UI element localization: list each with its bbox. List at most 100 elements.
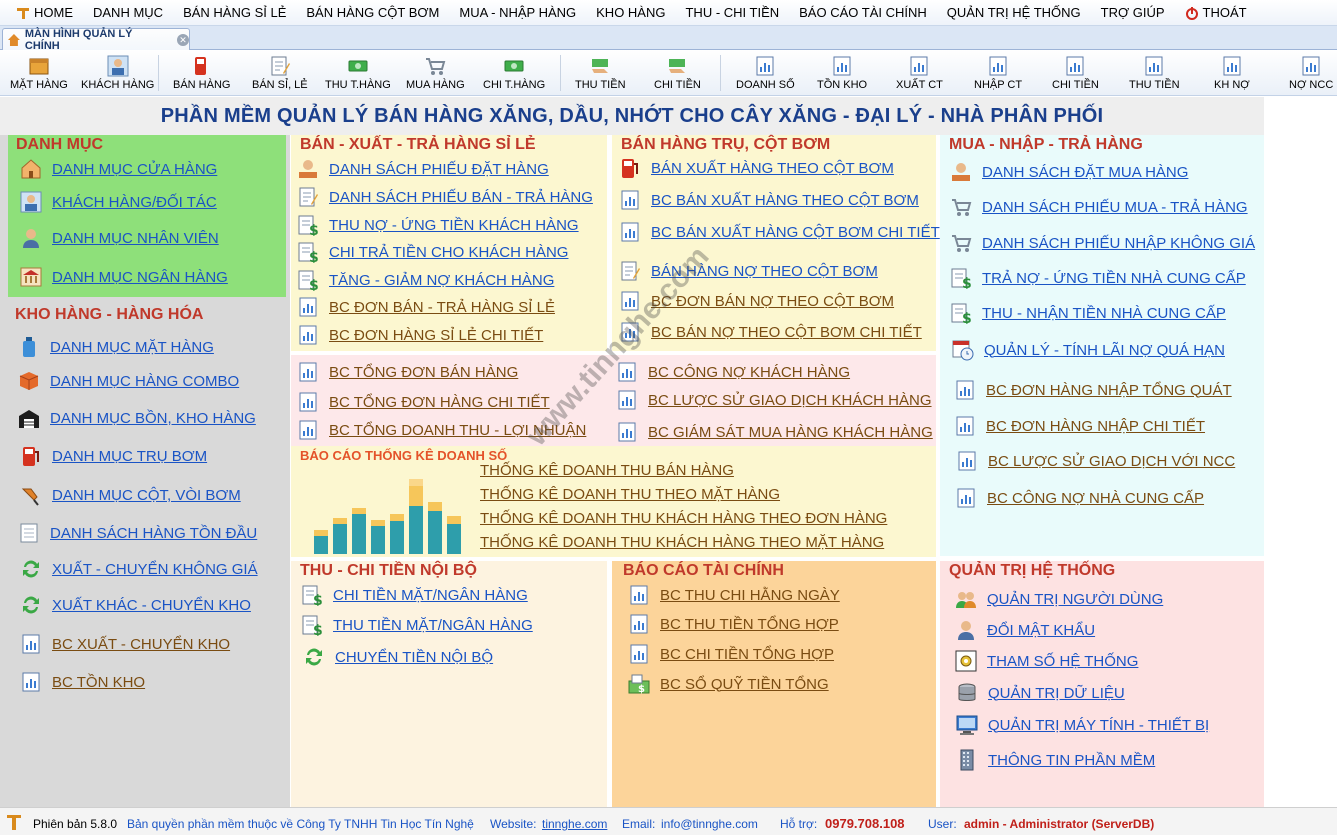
menu-quan-tri-he-thong[interactable]: QUẢN TRỊ HỆ THỐNG	[937, 5, 1091, 20]
link-bc-cong-no-khach-hang[interactable]: BC CÔNG NỢ KHÁCH HÀNG	[616, 361, 850, 383]
status-hotline-label: Hỗ trợ:	[780, 817, 818, 831]
link-danh-muc-cot-voi-bom[interactable]: DANH MỤC CỘT, VÒI BƠM	[20, 484, 241, 506]
link-khach-hang-doi-tac[interactable]: KHÁCH HÀNG/ĐỐI TÁC	[20, 191, 217, 213]
toolbar-thu-tien-button[interactable]: THU TIỀN	[575, 52, 626, 94]
link-quan-tri-nguoi-dung[interactable]: QUẢN TRỊ NGƯỜI DÙNG	[955, 588, 1163, 610]
link-bc-luoc-su-giao-dich-ncc[interactable]: BC LƯỢC SỬ GIAO DỊCH VỚI NCC	[956, 450, 1235, 472]
link-doi-mat-khau[interactable]: ĐỔI MẬT KHẨU	[955, 619, 1095, 641]
link-thong-tin-phan-mem[interactable]: THÔNG TIN PHẦN MỀM	[956, 749, 1155, 771]
link-thu-nhan-tien-ncc[interactable]: $ THU - NHẬN TIỀN NHÀ CUNG CẤP	[950, 302, 1226, 324]
link-danh-muc-mat-hang[interactable]: DANH MỤC MẶT HÀNG	[18, 336, 214, 358]
link-bc-ban-no-theo-cot-bom-chi-tiet[interactable]: BC BÁN NỢ THEO CỘT BƠM CHI TIẾT	[619, 321, 922, 343]
link-xuat-khac-chuyen-kho[interactable]: XUẤT KHÁC - CHUYỂN KHO	[20, 594, 251, 616]
link-chuyen-tien-noi-bo[interactable]: CHUYỂN TIỀN NỘI BỘ	[303, 646, 493, 668]
link-thu-no-ung-tien-khach-hang[interactable]: $ THU NỢ - ỨNG TIỀN KHÁCH HÀNG	[297, 214, 579, 236]
link-danh-muc-hang-combo[interactable]: DANH MỤC HÀNG COMBO	[18, 370, 239, 392]
menu-tro-giup[interactable]: TRỢ GIÚP	[1091, 5, 1175, 20]
link-bc-don-hang-nhap-tong-quat[interactable]: BC ĐƠN HÀNG NHẬP TỔNG QUÁT	[954, 379, 1232, 401]
link-bc-ban-xuat-hang-theo-cot-bom[interactable]: BC BÁN XUẤT HÀNG THEO CỘT BƠM	[619, 189, 919, 211]
link-danh-muc-ngan-hang[interactable]: DANH MỤC NGÂN HÀNG	[20, 266, 228, 288]
menu-thoat[interactable]: THOÁT	[1175, 5, 1257, 20]
menu-thu-chi-tien[interactable]: THU - CHI TIỀN	[675, 5, 789, 20]
link-bc-thu-tien-tong-hop[interactable]: BC THU TIỀN TỔNG HỢP	[628, 613, 839, 635]
link-bc-chi-tien-tong-hop[interactable]: BC CHI TIỀN TỔNG HỢP	[628, 643, 834, 665]
svg-text:$: $	[309, 278, 319, 291]
link-bc-ban-xuat-hang-cot-bom-chi-tiet[interactable]: BC BÁN XUẤT HÀNG CỘT BƠM CHI TIẾT	[619, 221, 940, 243]
tab-main-screen[interactable]: MÀN HÌNH QUẢN LÝ CHÍNH ✕	[2, 28, 190, 52]
link-bc-don-ban-tra-hang-si-le[interactable]: BC ĐƠN BÁN - TRẢ HÀNG SỈ LẺ	[297, 296, 555, 318]
toolbar-ban-hang-button[interactable]: BÁN HÀNG	[173, 52, 230, 94]
link-bc-tong-don-hang-chi-tiet[interactable]: BC TỔNG ĐƠN HÀNG CHI TIẾT	[297, 391, 550, 413]
close-tab-icon[interactable]: ✕	[177, 33, 189, 46]
link-bc-thu-chi-hang-ngay[interactable]: BC THU CHI HẰNG NGÀY	[628, 584, 840, 606]
toolbar-doanh-so-button[interactable]: DOANH SỐ	[736, 52, 795, 94]
link-danh-sach-phieu-nhap-khong-gia[interactable]: DANH SÁCH PHIẾU NHẬP KHÔNG GIÁ	[950, 232, 1255, 254]
status-website-link[interactable]: tinnghe.com	[542, 817, 607, 831]
link-xuat-chuyen-khong-gia[interactable]: XUẤT - CHUYỂN KHÔNG GIÁ	[20, 558, 258, 580]
toolbar-mua-hang-button[interactable]: MUA HÀNG	[406, 52, 465, 94]
link-bc-xuat-chuyen-kho[interactable]: BC XUẤT - CHUYỂN KHO	[20, 633, 230, 655]
menu-home[interactable]: HOME	[6, 5, 83, 20]
report-chart-icon	[618, 362, 636, 382]
link-bc-tong-doanh-thu-loi-nhuan[interactable]: BC TỔNG DOANH THU - LỢI NHUẬN	[297, 419, 586, 441]
report-chart-icon	[621, 322, 639, 342]
link-quan-ly-tinh-lai-no-qua-han[interactable]: QUẢN LÝ - TÍNH LÃI NỢ QUÁ HẠN	[952, 339, 1225, 361]
link-chi-tien-mat-ngan-hang[interactable]: $ CHI TIỀN MẶT/NGÂN HÀNG	[301, 584, 528, 606]
link-bc-cong-no-ncc[interactable]: BC CÔNG NỢ NHÀ CUNG CẤP	[955, 487, 1204, 509]
link-chi-tra-tien-cho-khach-hang[interactable]: $ CHI TRẢ TIỀN CHO KHÁCH HÀNG	[297, 241, 568, 263]
link-danh-muc-nhan-vien[interactable]: DANH MỤC NHÂN VIÊN	[20, 227, 219, 249]
toolbar-thu-tien-report-button[interactable]: THU TIỀN	[1129, 52, 1180, 94]
link-quan-tri-du-lieu[interactable]: QUẢN TRỊ DỮ LIỆU	[956, 682, 1125, 704]
link-ban-xuat-hang-theo-cot-bom[interactable]: BÁN XUẤT HÀNG THEO CỘT BƠM	[619, 157, 894, 179]
toolbar-thu-t-hang-button[interactable]: THU T.HÀNG	[325, 52, 391, 94]
toolbar-khach-hang-button[interactable]: KHÁCH HÀNG	[81, 52, 154, 94]
toolbar-chi-tien-button[interactable]: CHI TIỀN	[654, 52, 701, 94]
toolbar-nhap-ct-button[interactable]: NHẬP CT	[974, 52, 1022, 94]
link-bc-don-hang-si-le-chi-tiet[interactable]: BC ĐƠN HÀNG SỈ LẺ CHI TIẾT	[297, 324, 543, 346]
toolbar-kh-no-button[interactable]: KH NỢ	[1214, 52, 1250, 94]
link-quan-tri-may-tinh-thiet-bi[interactable]: QUẢN TRỊ MÁY TÍNH - THIẾT BỊ	[956, 714, 1209, 736]
toolbar-ban-si-le-button[interactable]: BÁN SỈ, LẺ	[252, 52, 308, 94]
panel-quan-tri: QUẢN TRỊ HỆ THỐNG QUẢN TRỊ NGƯỜI DÙNG ĐỔ…	[940, 561, 1264, 807]
transfer-arrows-icon	[306, 648, 322, 666]
toolbar-chi-tien-report-button[interactable]: CHI TIỀN	[1052, 52, 1099, 94]
svg-text:$: $	[309, 250, 319, 263]
toolbar-ton-kho-button[interactable]: TỒN KHO	[817, 52, 867, 94]
link-bc-ton-kho[interactable]: BC TỒN KHO	[20, 671, 145, 693]
link-tham-so-he-thong[interactable]: THAM SỐ HỆ THỐNG	[955, 650, 1138, 672]
link-danh-sach-phieu-mua-tra-hang[interactable]: DANH SÁCH PHIẾU MUA - TRẢ HÀNG	[950, 196, 1248, 218]
link-thong-ke-doanh-thu-theo-mat-hang[interactable]: THỐNG KÊ DOANH THU THEO MẶT HÀNG	[480, 486, 780, 503]
link-thong-ke-doanh-thu-ban-hang[interactable]: THỐNG KÊ DOANH THU BÁN HÀNG	[480, 462, 734, 479]
link-thong-ke-doanh-thu-kh-theo-don-hang[interactable]: THỐNG KÊ DOANH THU KHÁCH HÀNG THEO ĐƠN H…	[480, 510, 887, 527]
link-danh-muc-tru-bom[interactable]: DANH MỤC TRỤ BƠM	[20, 445, 207, 467]
link-tang-giam-no-khach-hang[interactable]: $ TĂNG - GIẢM NỢ KHÁCH HÀNG	[297, 269, 554, 291]
link-danh-sach-phieu-ban-tra-hang[interactable]: DANH SÁCH PHIẾU BÁN - TRẢ HÀNG	[297, 186, 593, 208]
link-bc-don-ban-no-theo-cot-bom[interactable]: BC ĐƠN BÁN NỢ THEO CỘT BƠM	[619, 290, 894, 312]
menu-ban-hang-si-le[interactable]: BÁN HÀNG SỈ LẺ	[173, 5, 296, 20]
toolbar-xuat-ct-button[interactable]: XUẤT CT	[896, 52, 943, 94]
svg-text:$: $	[309, 223, 319, 236]
link-bc-don-hang-nhap-chi-tiet[interactable]: BC ĐƠN HÀNG NHẬP CHI TIẾT	[954, 415, 1205, 437]
link-tra-no-ung-tien-ncc[interactable]: $ TRẢ NỢ - ỨNG TIỀN NHÀ CUNG CẤP	[950, 267, 1246, 289]
sales-chart-illustration	[314, 479, 461, 554]
link-danh-sach-dat-mua-hang[interactable]: DANH SÁCH ĐẶT MUA HÀNG	[950, 161, 1188, 183]
link-danh-muc-bon-kho[interactable]: DANH MỤC BỒN, KHO HÀNG	[18, 407, 256, 429]
link-ban-hang-no-theo-cot-bom[interactable]: BÁN HÀNG NỢ THEO CỘT BƠM	[619, 260, 878, 282]
link-danh-muc-cua-hang[interactable]: DANH MỤC CỬA HÀNG	[20, 158, 217, 180]
toolbar-mat-hang-button[interactable]: MẶT HÀNG	[10, 52, 68, 94]
link-thu-tien-mat-ngan-hang[interactable]: $ THU TIỀN MẶT/NGÂN HÀNG	[301, 614, 533, 636]
link-thong-ke-doanh-thu-kh-theo-mat-hang[interactable]: THỐNG KÊ DOANH THU KHÁCH HÀNG THEO MẶT H…	[480, 534, 884, 551]
link-bc-tong-don-ban-hang[interactable]: BC TỔNG ĐƠN BÁN HÀNG	[297, 361, 518, 383]
link-danh-sach-hang-ton-dau[interactable]: DANH SÁCH HÀNG TỒN ĐẦU	[18, 522, 257, 544]
toolbar-chi-t-hang-button[interactable]: CHI T.HÀNG	[483, 52, 545, 94]
menu-ban-hang-cot-bom[interactable]: BÁN HÀNG CỘT BƠM	[296, 5, 449, 20]
menu-kho-hang[interactable]: KHO HÀNG	[586, 5, 675, 20]
toolbar-no-ncc-button[interactable]: NỢ NCC	[1289, 52, 1333, 94]
link-bc-luoc-su-giao-dich-khach-hang[interactable]: BC LƯỢC SỬ GIAO DỊCH KHÁCH HÀNG	[616, 389, 932, 411]
menu-mua-nhap-hang[interactable]: MUA - NHẬP HÀNG	[449, 5, 586, 20]
menu-bao-cao-tai-chinh[interactable]: BÁO CÁO TÀI CHÍNH	[789, 5, 937, 20]
link-danh-sach-phieu-dat-hang[interactable]: DANH SÁCH PHIẾU ĐẶT HÀNG	[297, 158, 549, 180]
menu-danh-muc[interactable]: DANH MỤC	[83, 5, 173, 20]
link-bc-giam-sat-mua-hang-khach-hang[interactable]: BC GIÁM SÁT MUA HÀNG KHÁCH HÀNG	[616, 421, 933, 443]
link-bc-so-quy-tien-tong[interactable]: $ BC SỔ QUỸ TIỀN TỔNG	[628, 673, 829, 695]
